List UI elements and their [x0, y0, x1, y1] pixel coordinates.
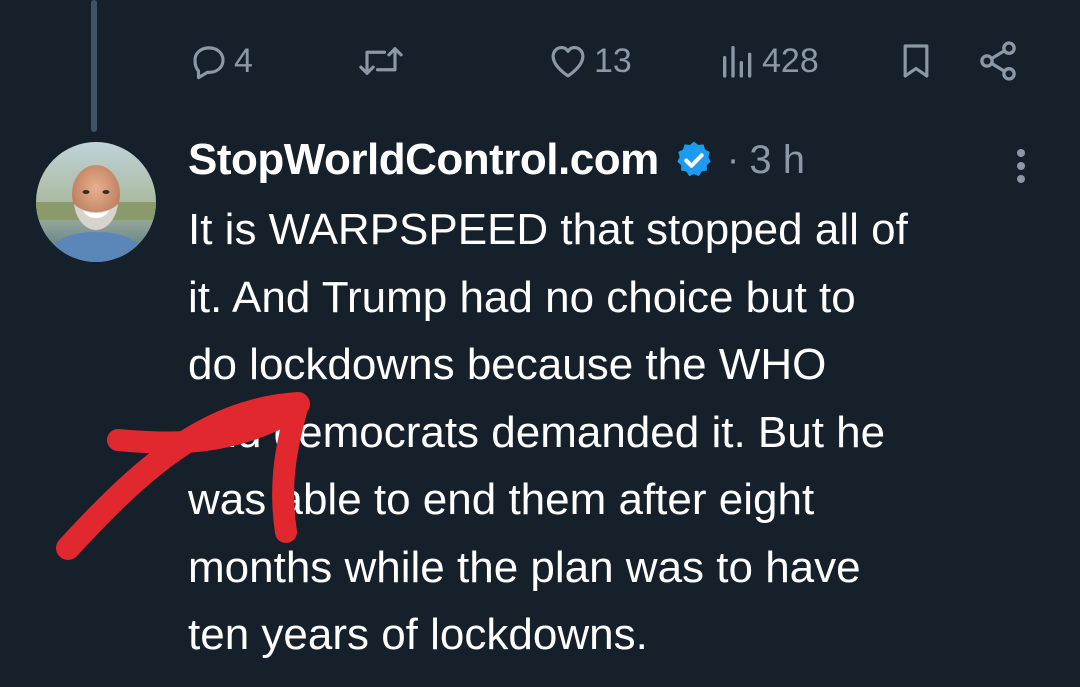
previous-tweet-action-bar: 4 13 428 — [188, 36, 1028, 86]
like-button[interactable]: 13 — [546, 36, 632, 86]
author-avatar[interactable] — [36, 142, 156, 262]
tweet-text-line: it. And Trump had no choice but to — [188, 272, 856, 322]
share-button[interactable] — [976, 36, 1020, 86]
reply-count: 4 — [234, 41, 253, 80]
bookmark-icon — [903, 44, 929, 78]
bookmark-button[interactable] — [896, 36, 936, 86]
thread-connector-line — [91, 0, 97, 132]
tweet-text-line: and democrats demanded it. But he — [188, 407, 886, 457]
views-icon — [723, 46, 752, 78]
author-display-name[interactable]: StopWorldControl.com — [188, 135, 659, 185]
verified-badge-icon — [677, 141, 711, 177]
share-icon — [980, 41, 1016, 81]
tweet-text-line: months while the plan was to have — [188, 542, 861, 592]
retweet-icon — [359, 47, 403, 75]
view-count: 428 — [762, 41, 819, 80]
tweet-thread-view: 4 13 428 StopWorldControl.com · 3 h It i… — [0, 0, 1080, 687]
tweet-text-line: It is WARPSPEED that stopped all of — [188, 205, 908, 254]
more-options-icon[interactable] — [1008, 146, 1034, 186]
avatar-photo — [36, 142, 156, 262]
views-button[interactable]: 428 — [718, 36, 819, 86]
tweet-text-line: ten years of lockdowns. — [188, 610, 648, 659]
reply-icon — [193, 46, 225, 80]
tweet-header: StopWorldControl.com · 3 h — [188, 132, 805, 188]
like-count: 13 — [594, 41, 632, 80]
retweet-button[interactable] — [356, 36, 406, 86]
header-separator: · — [726, 138, 740, 181]
heart-icon — [551, 45, 585, 78]
reply-button[interactable]: 4 — [188, 36, 253, 86]
tweet-body: It is WARPSPEED that stopped all of it. … — [188, 196, 1058, 669]
tweet-text-line: was able to end them after eight — [188, 475, 815, 524]
tweet-timestamp[interactable]: 3 h — [749, 138, 805, 183]
tweet-text-line: do lockdowns because the WHO — [188, 340, 827, 389]
